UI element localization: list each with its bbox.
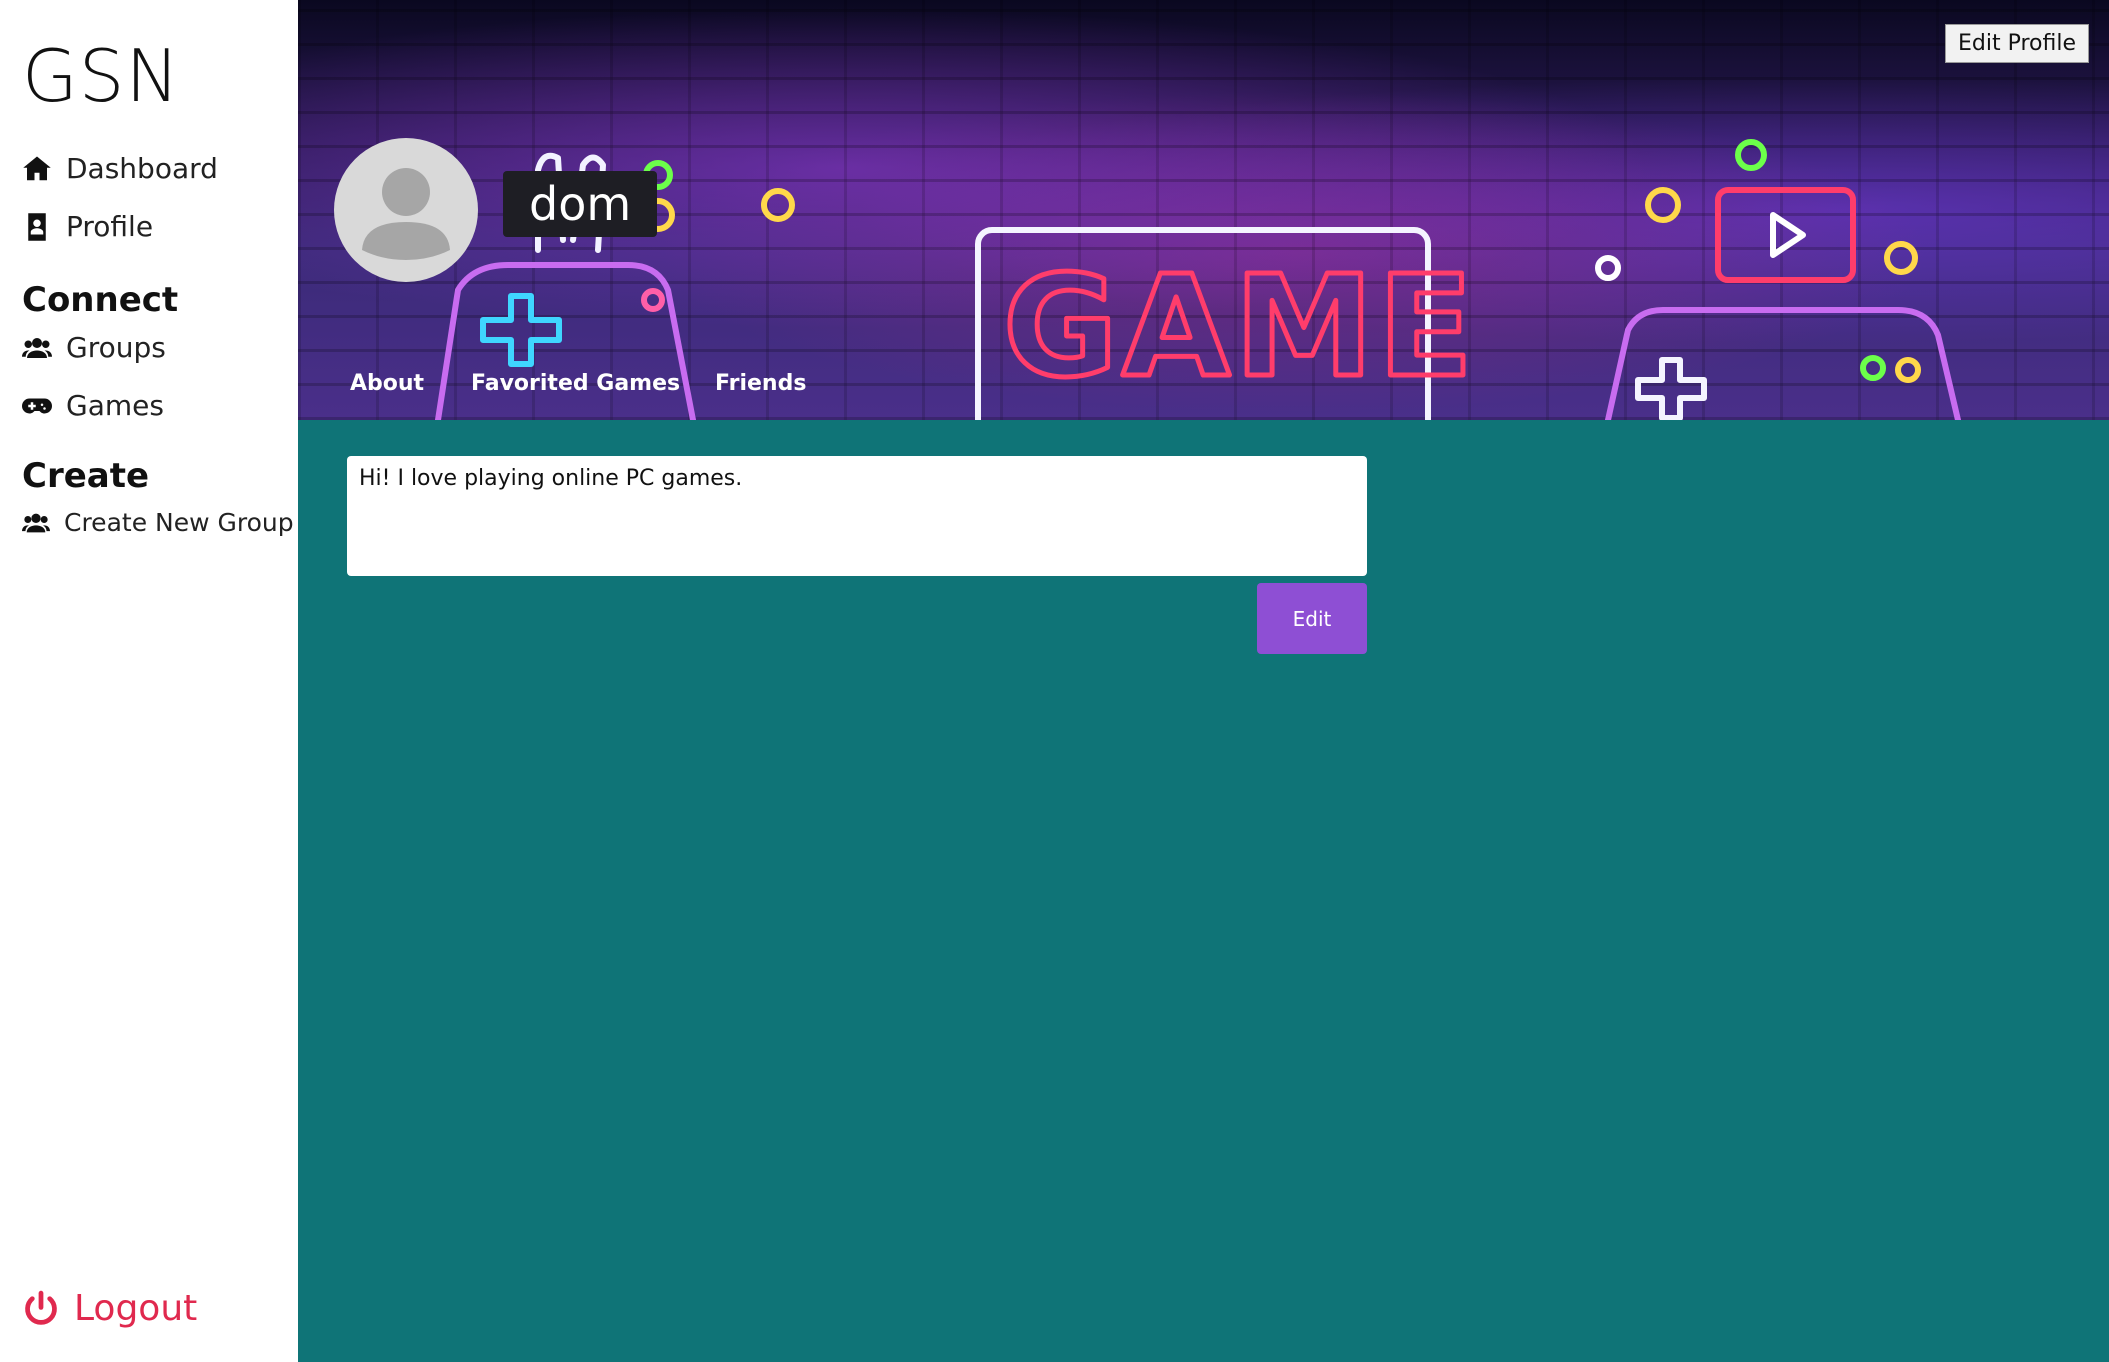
avatar[interactable] (334, 138, 478, 282)
tab-friends[interactable]: Friends (715, 371, 806, 396)
section-title-connect: Connect (22, 280, 179, 320)
section-title-create: Create (22, 456, 150, 496)
sidebar-item-label: Games (66, 389, 164, 422)
sidebar-item-label: Profile (66, 210, 154, 243)
sidebar-item-profile[interactable]: Profile (22, 210, 153, 243)
sidebar-item-label: Dashboard (66, 152, 218, 185)
sidebar-item-label: Groups (66, 331, 166, 364)
users-icon (22, 337, 52, 358)
sidebar-item-label: Create New Group (64, 508, 294, 537)
logout-button[interactable]: Logout (22, 1288, 197, 1329)
gamepad-icon (22, 398, 52, 413)
brand-logo[interactable]: GSN (22, 34, 180, 118)
profile-banner: GAME Edit Profile dom About Favorited Ga… (298, 0, 2109, 420)
power-icon (25, 1290, 57, 1325)
user-silhouette-icon (362, 168, 450, 260)
sidebar-item-games[interactable]: Games (22, 389, 164, 422)
edit-profile-button[interactable]: Edit Profile (1944, 24, 2089, 63)
sidebar: GSN Dashboard Profile Connect Groups Gam… (0, 0, 298, 1362)
home-icon (23, 156, 51, 180)
sidebar-item-dashboard[interactable]: Dashboard (22, 152, 218, 185)
sidebar-item-groups[interactable]: Groups (22, 331, 166, 364)
username: dom (503, 171, 658, 237)
sidebar-item-create-group[interactable]: Create New Group (22, 508, 294, 537)
logout-label: Logout (74, 1288, 198, 1329)
svg-text:GAME: GAME (1003, 246, 1477, 409)
tab-about[interactable]: About (350, 371, 424, 396)
bio-text: Hi! I love playing online PC games. (347, 456, 1367, 576)
edit-bio-button[interactable]: Edit (1257, 583, 1367, 654)
tab-favorited-games[interactable]: Favorited Games (471, 371, 680, 396)
id-card-icon (28, 212, 46, 241)
users-icon (22, 513, 50, 532)
